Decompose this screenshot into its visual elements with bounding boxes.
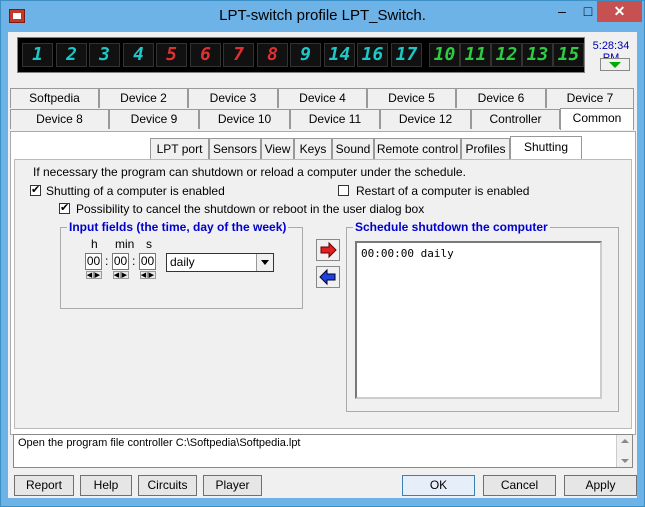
device-tab-device-11[interactable]: Device 11 — [290, 109, 380, 129]
input-fields-group-label: Input fields (the time, day of the week) — [67, 220, 289, 234]
close-button[interactable]: ✕ — [597, 1, 642, 22]
circuits-button[interactable]: Circuits — [138, 475, 197, 496]
restart-enabled-label: Restart of a computer is enabled — [356, 184, 530, 198]
remove-from-schedule-button[interactable] — [316, 266, 340, 288]
hours-spinner[interactable]: ◀ ▶ — [85, 271, 102, 279]
hours-input[interactable]: 00 — [85, 253, 102, 270]
collapse-arrow-button[interactable] — [600, 58, 630, 71]
tab-lpt-port[interactable]: LPT port — [150, 138, 209, 159]
input-fields-group: Input fields (the time, day of the week)… — [60, 220, 303, 309]
led-indicator-strip: 1 2 3 4 5 6 7 8 9 14 16 17 10 11 12 13 15 — [17, 37, 585, 73]
ok-button[interactable]: OK — [402, 475, 475, 496]
led-indicator-5[interactable]: 5 — [156, 43, 187, 67]
time-colon-1: : — [105, 254, 109, 268]
device-tab-device-3[interactable]: Device 3 — [188, 88, 278, 108]
schedule-group: Schedule shutdown the computer 00:00:00 … — [346, 220, 619, 412]
tab-view[interactable]: View — [261, 138, 294, 159]
tab-sensors[interactable]: Sensors — [209, 138, 261, 159]
application-window: LPT-switch profile LPT_Switch. – □ ✕ 123… — [0, 0, 645, 507]
device-tab-controller[interactable]: Controller — [471, 109, 560, 129]
device-tab-device-4[interactable]: Device 4 — [278, 88, 367, 108]
device-tab-device-10[interactable]: Device 10 — [199, 109, 290, 129]
shutting-cpu-panel: If necessary the program can shutdown or… — [14, 159, 632, 429]
led-indicator-2[interactable]: 2 — [56, 43, 87, 67]
tab-shutting-cpu[interactable]: Shutting CPU — [510, 136, 582, 174]
led-indicator-15[interactable]: 15 — [553, 43, 584, 67]
schedule-list[interactable]: 00:00:00 daily — [355, 241, 602, 399]
seconds-label: s — [146, 237, 152, 251]
title-bar[interactable]: LPT-switch profile LPT_Switch. – □ ✕ — [1, 1, 644, 32]
shutting-enabled-checkbox[interactable] — [30, 183, 41, 196]
minutes-spinner[interactable]: ◀ ▶ — [112, 271, 129, 279]
device-tab-device-5[interactable]: Device 5 — [367, 88, 456, 108]
apply-button[interactable]: Apply — [564, 475, 637, 496]
device-tab-device-2[interactable]: Device 2 — [99, 88, 188, 108]
schedule-group-label: Schedule shutdown the computer — [353, 220, 550, 234]
day-of-week-value: daily — [170, 255, 195, 269]
minutes-input[interactable]: 00 — [112, 253, 129, 270]
window-title: LPT-switch profile LPT_Switch. — [219, 7, 426, 24]
arrow-right-icon — [320, 241, 337, 259]
time-colon-2: : — [132, 254, 136, 268]
device-tab-device-6[interactable]: Device 6 — [456, 88, 546, 108]
led-indicator-9[interactable]: 9 — [290, 43, 321, 67]
led-indicator-17[interactable]: 17 — [391, 43, 422, 67]
cancel-possible-checkbox[interactable] — [59, 201, 70, 214]
led-indicator-3[interactable]: 3 — [89, 43, 120, 67]
add-to-schedule-button[interactable] — [316, 239, 340, 261]
shutdown-intro-text: If necessary the program can shutdown or… — [33, 165, 466, 179]
cancel-button[interactable]: Cancel — [483, 475, 556, 496]
device-tab-device-12[interactable]: Device 12 — [380, 109, 471, 129]
device-tab-common[interactable]: Common — [560, 108, 634, 130]
cancel-possible-label: Possibility to cancel the shutdown or re… — [76, 202, 425, 216]
led-indicator-7[interactable]: 7 — [223, 43, 254, 67]
led-indicator-8[interactable]: 8 — [257, 43, 288, 67]
status-message-box[interactable]: Open the program file controller C:\Soft… — [13, 434, 633, 468]
report-button[interactable]: Report — [14, 475, 74, 496]
tab-keys[interactable]: Keys — [294, 138, 332, 159]
help-button[interactable]: Help — [80, 475, 132, 496]
device-tab-device-8[interactable]: Device 8 — [10, 109, 109, 129]
led-indicator-11[interactable]: 11 — [460, 43, 491, 67]
tab-profiles[interactable]: Profiles — [461, 138, 510, 159]
player-button[interactable]: Player — [203, 475, 262, 496]
led-indicator-10[interactable]: 10 — [429, 43, 460, 67]
led-indicator-6[interactable]: 6 — [190, 43, 221, 67]
client-area: 1234567891416171011121315 5:28:34 PM Sof… — [8, 32, 637, 498]
shutting-enabled-label: Shutting of a computer is enabled — [46, 184, 225, 198]
seconds-input[interactable]: 00 — [139, 253, 156, 270]
led-indicator-4[interactable]: 4 — [123, 43, 154, 67]
day-of-week-select[interactable]: daily — [166, 253, 274, 272]
device-tab-softpedia[interactable]: Softpedia — [10, 88, 99, 108]
dropdown-arrow-icon[interactable] — [256, 254, 273, 271]
minimize-button[interactable]: – — [549, 1, 575, 22]
led-indicator-12[interactable]: 12 — [491, 43, 522, 67]
message-scrollbar[interactable] — [616, 435, 632, 467]
led-indicator-13[interactable]: 13 — [522, 43, 553, 67]
list-item[interactable]: 00:00:00 daily — [361, 247, 596, 260]
hours-label: h — [91, 237, 98, 251]
device-tab-device-7[interactable]: Device 7 — [546, 88, 634, 108]
device-tab-device-9[interactable]: Device 9 — [109, 109, 199, 129]
seconds-spinner[interactable]: ◀ ▶ — [139, 271, 156, 279]
led-indicator-1[interactable]: 1 — [22, 43, 53, 67]
led-indicator-16[interactable]: 16 — [357, 43, 388, 67]
restart-enabled-checkbox[interactable] — [338, 185, 349, 196]
arrow-left-icon — [319, 268, 336, 286]
status-message: Open the program file controller C:\Soft… — [18, 437, 301, 449]
tab-remote-control[interactable]: Remote control — [374, 138, 461, 159]
tab-sound[interactable]: Sound — [332, 138, 374, 159]
led-indicator-14[interactable]: 14 — [324, 43, 355, 67]
minutes-label: min — [115, 237, 135, 251]
